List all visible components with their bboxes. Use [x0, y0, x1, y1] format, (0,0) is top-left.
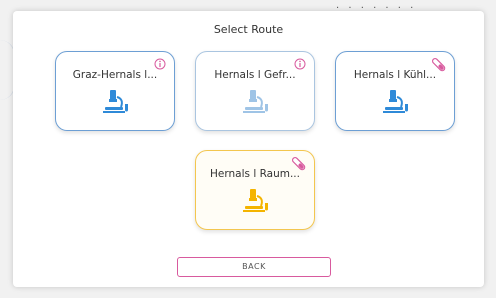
route-card-hernals-gefr[interactable]: Hernals l Gefr... — [195, 51, 315, 131]
route-card-hernals-raum[interactable]: Hernals l Raum... — [195, 150, 315, 230]
select-route-dialog: Select Route Graz-Hernals l... Hernals l… — [13, 11, 484, 287]
test-tube-icon[interactable] — [290, 155, 308, 173]
microscope-icon — [243, 189, 268, 212]
test-tube-icon[interactable] — [430, 56, 448, 74]
info-icon[interactable] — [154, 58, 166, 70]
route-card-label: Hernals l Gefr... — [214, 69, 296, 81]
microscope-icon — [103, 90, 128, 113]
dialog-title: Select Route — [213, 23, 284, 36]
route-card-label: Graz-Hernals l... — [72, 69, 158, 81]
back-button[interactable]: BACK — [177, 257, 331, 277]
route-card-graz-hernals[interactable]: Graz-Hernals l... — [55, 51, 175, 131]
info-icon[interactable] — [294, 58, 306, 70]
microscope-icon — [243, 90, 268, 113]
top-dots: . . . . . . . — [336, 0, 417, 11]
route-card-hernals-kuehl[interactable]: Hernals l Kühl... — [335, 51, 455, 131]
microscope-icon — [383, 90, 408, 113]
